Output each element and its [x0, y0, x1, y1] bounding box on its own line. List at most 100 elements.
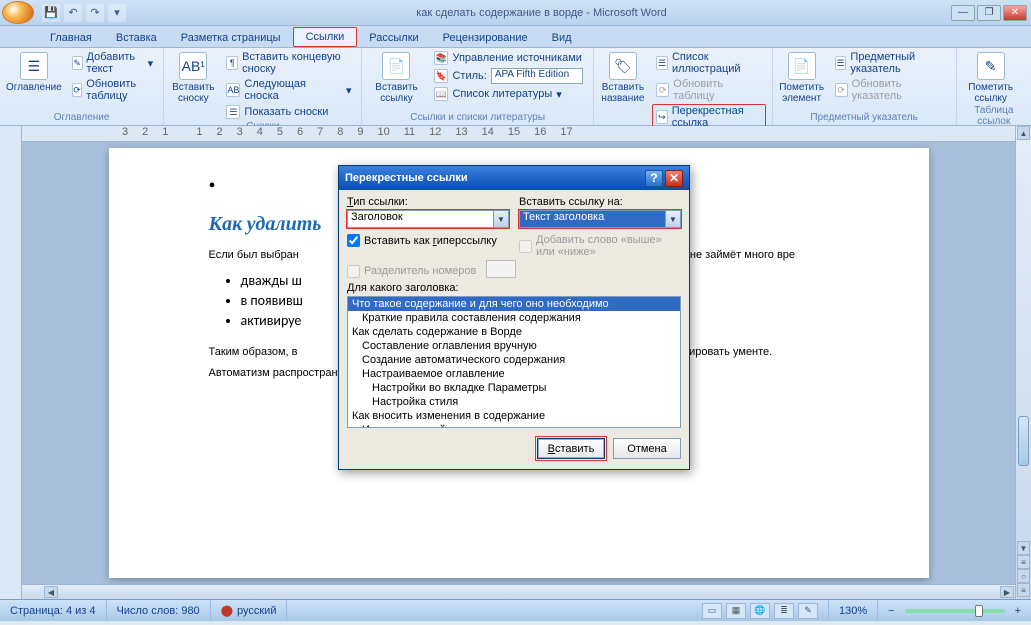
cancel-button[interactable]: Отмена [613, 438, 681, 459]
refresh-icon: ⟳ [656, 83, 669, 97]
marker-icon: ✎ [977, 52, 1005, 80]
insert-button[interactable]: Вставить [537, 438, 605, 459]
scroll-up-icon[interactable]: ▲ [1017, 126, 1030, 140]
heading-list-item[interactable]: Краткие правила составления содержания [348, 311, 680, 325]
heading-list-item[interactable]: Настройка стиля [348, 395, 680, 409]
insert-caption-button[interactable]: 🏷 Вставить название [600, 50, 646, 104]
tab-review[interactable]: Рецензирование [431, 29, 540, 47]
save-icon[interactable]: 💾 [42, 4, 60, 22]
refresh-icon: ⟳ [72, 83, 83, 97]
add-text-button[interactable]: ✎Добавить текст ▾ [68, 50, 157, 76]
style-selector[interactable]: 🔖Стиль: APA Fifth Edition [430, 67, 586, 85]
status-page[interactable]: Страница: 4 из 4 [0, 600, 107, 621]
dialog-titlebar[interactable]: Перекрестные ссылки ? ✕ [339, 166, 689, 190]
horizontal-scrollbar[interactable]: ◀ ▶ [22, 584, 1015, 599]
outline-view[interactable]: ≣ [774, 603, 794, 619]
heading-list-item[interactable]: Что такое содержание и для чего оно необ… [348, 297, 680, 311]
zoom-thumb[interactable] [975, 605, 983, 617]
heading-list-item[interactable]: Как сделать содержание в Ворде [348, 325, 680, 339]
manage-sources-button[interactable]: 📚Управление источниками [430, 50, 586, 66]
heading-list[interactable]: Что такое содержание и для чего оно необ… [347, 296, 681, 428]
status-word-count[interactable]: Число слов: 980 [107, 600, 211, 621]
for-which-heading-label: Для какого заголовка: [347, 282, 681, 294]
minimize-button[interactable]: — [951, 5, 975, 21]
heading-list-item[interactable]: Составление оглавления вручную [348, 339, 680, 353]
figures-icon: ☰ [656, 56, 668, 70]
zoom-in-icon[interactable]: + [1015, 605, 1021, 617]
fullscreen-view[interactable]: ▦ [726, 603, 746, 619]
scroll-right-icon[interactable]: ▶ [1000, 586, 1014, 598]
bibliography-button[interactable]: 📖Список литературы ▾ [430, 86, 586, 102]
number-separator-input [486, 260, 516, 278]
mark-citation-button[interactable]: ✎ Пометить ссылку [963, 50, 1019, 104]
vertical-scrollbar[interactable]: ▲ ▼ ≡ ○ ≡ [1015, 126, 1031, 599]
ribbon: ☰ Оглавление ✎Добавить текст ▾ ⟳Обновить… [0, 48, 1031, 126]
subject-icon: ☰ [835, 56, 847, 70]
qat-customize-icon[interactable]: ▾ [108, 4, 126, 22]
tab-insert[interactable]: Вставка [104, 29, 169, 47]
office-button[interactable] [2, 1, 34, 24]
chevron-down-icon[interactable]: ▼ [665, 211, 680, 227]
style-icon: 🔖 [434, 69, 448, 83]
next-footnote-button[interactable]: ABСледующая сноска ▾ [222, 77, 355, 103]
web-view[interactable]: 🌐 [750, 603, 770, 619]
insert-endnote-button[interactable]: ¶Вставить концевую сноску [222, 50, 355, 76]
group-footnotes: AB¹ Вставить сноску ¶Вставить концевую с… [164, 48, 362, 125]
heading-list-item[interactable]: Настройки во вкладке Параметры [348, 381, 680, 395]
maximize-button[interactable]: ❐ [977, 5, 1001, 21]
undo-icon[interactable]: ↶ [64, 4, 82, 22]
prev-page-icon[interactable]: ≡ [1017, 555, 1030, 569]
tab-home[interactable]: Главная [38, 29, 104, 47]
scroll-left-icon[interactable]: ◀ [44, 586, 58, 598]
heading-list-item[interactable]: Создание автоматического содержания [348, 353, 680, 367]
manage-icon: 📚 [434, 51, 448, 65]
status-language[interactable]: ⬤русский [211, 600, 288, 621]
next-page-icon[interactable]: ≡ [1017, 583, 1030, 597]
update-index-button[interactable]: ⟳Обновить указатель [831, 77, 950, 103]
heading-list-item[interactable]: Как вносить изменения в содержание [348, 409, 680, 423]
reference-type-select[interactable]: Заголовок ▼ [347, 210, 509, 228]
tab-view[interactable]: Вид [540, 29, 584, 47]
horizontal-ruler: 3211234567891011121314151617 [22, 126, 1015, 142]
tab-layout[interactable]: Разметка страницы [169, 29, 293, 47]
insert-index-button[interactable]: ☰Предметный указатель [831, 50, 950, 76]
crossref-icon: ↪ [656, 110, 668, 124]
zoom-out-icon[interactable]: − [888, 605, 894, 617]
redo-icon[interactable]: ↷ [86, 4, 104, 22]
cross-reference-dialog: Перекрестные ссылки ? ✕ Тип ссылки: Заго… [338, 165, 690, 470]
chevron-down-icon[interactable]: ▼ [493, 211, 508, 227]
quick-access-toolbar: 💾 ↶ ↷ ▾ [36, 4, 132, 22]
close-button[interactable]: ✕ [1003, 5, 1027, 21]
zoom-level[interactable]: 130% [829, 600, 878, 621]
dialog-close-button[interactable]: ✕ [665, 170, 683, 187]
window-title: как сделать содержание в ворде - Microso… [132, 7, 951, 19]
include-above-below-checkbox: Добавить слово «выше» или «ниже» [519, 234, 681, 258]
draft-view[interactable]: ✎ [798, 603, 818, 619]
browse-object-icon[interactable]: ○ [1017, 569, 1030, 583]
tab-references[interactable]: Ссылки [293, 27, 358, 47]
group-index: 📄 Пометить элемент ☰Предметный указатель… [773, 48, 957, 125]
figures-list-button[interactable]: ☰Список иллюстраций [652, 50, 765, 76]
dialog-help-button[interactable]: ? [645, 170, 663, 187]
scrollbar-thumb[interactable] [1018, 416, 1029, 466]
tab-mailings[interactable]: Рассылки [357, 29, 430, 47]
insert-reference-to-select[interactable]: Текст заголовка ▼ [519, 210, 681, 228]
zoom-controls: − + [878, 600, 1031, 621]
heading-list-item[interactable]: Изменение свойств оглавления [348, 423, 680, 428]
heading-list-item[interactable]: Настраиваемое оглавление [348, 367, 680, 381]
update-toc-button[interactable]: ⟳Обновить таблицу [68, 77, 157, 103]
toc-button[interactable]: ☰ Оглавление [6, 50, 62, 93]
mark-entry-button[interactable]: 📄 Пометить элемент [779, 50, 825, 104]
group-toc: ☰ Оглавление ✎Добавить текст ▾ ⟳Обновить… [0, 48, 164, 125]
scroll-down-icon[interactable]: ▼ [1017, 541, 1030, 555]
print-layout-view[interactable]: ▭ [702, 603, 722, 619]
update-captions-button[interactable]: ⟳Обновить таблицу [652, 77, 765, 103]
insert-footnote-button[interactable]: AB¹ Вставить сноску [170, 50, 216, 104]
insert-citation-button[interactable]: 📄 Вставить ссылку [368, 50, 424, 104]
index-icon: 📄 [788, 52, 816, 80]
zoom-slider[interactable] [905, 609, 1005, 613]
insert-as-hyperlink-checkbox[interactable]: Вставить как гиперссылку [347, 234, 509, 247]
ribbon-tabs: Главная Вставка Разметка страницы Ссылки… [0, 26, 1031, 48]
show-notes-button[interactable]: ☰Показать сноски [222, 104, 355, 120]
add-text-icon: ✎ [72, 56, 83, 70]
